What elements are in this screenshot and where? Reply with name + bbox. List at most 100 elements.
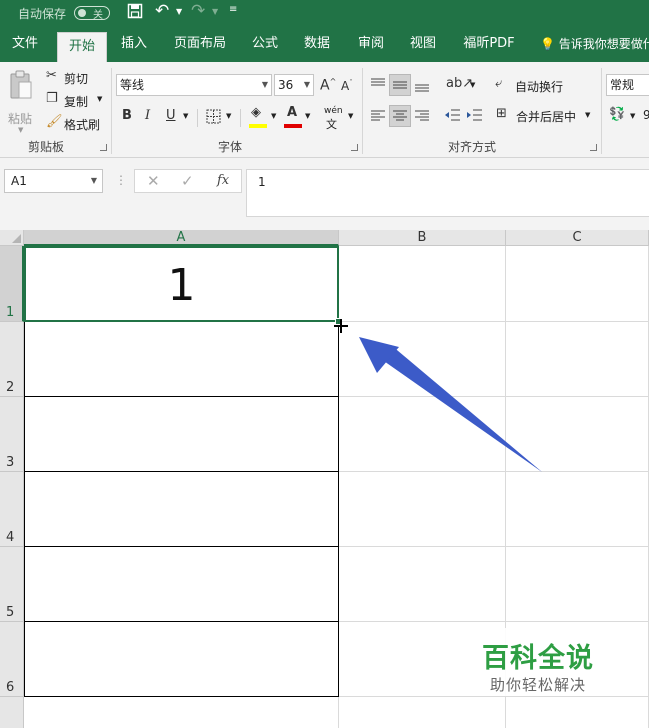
font-name-select[interactable]: 等线 ▼ bbox=[116, 74, 272, 96]
alignment-launcher-icon[interactable] bbox=[590, 144, 597, 151]
align-bottom-button[interactable] bbox=[411, 74, 433, 96]
save-icon[interactable] bbox=[127, 3, 143, 23]
redo-icon[interactable]: ↷ bbox=[191, 1, 205, 21]
row-number: 3 bbox=[6, 455, 15, 470]
copy-button[interactable]: ❐ 复制 ▼ bbox=[46, 91, 108, 109]
formula-input[interactable]: 1 bbox=[246, 169, 649, 217]
align-center-button[interactable] bbox=[389, 105, 411, 127]
merge-center-button[interactable]: ⊞ 合并后居中 ▼ bbox=[496, 106, 596, 126]
row-header-4[interactable]: 4 bbox=[0, 472, 24, 547]
cell-a3[interactable] bbox=[24, 397, 339, 472]
align-right-button[interactable] bbox=[411, 105, 433, 127]
fill-color-dropdown-icon[interactable]: ▼ bbox=[271, 112, 276, 120]
borders-icon[interactable] bbox=[206, 109, 221, 128]
customize-toolbar-icon[interactable]: ≡ bbox=[229, 4, 237, 15]
watermark-subtitle: 助你轻松解决 bbox=[490, 676, 587, 694]
format-painter-button[interactable]: 🖌 格式刷 bbox=[46, 114, 106, 132]
clipboard-launcher-icon[interactable] bbox=[100, 144, 107, 151]
redo-dropdown-icon[interactable]: ▼ bbox=[212, 7, 218, 16]
cell-c4[interactable] bbox=[506, 472, 649, 547]
clipboard-group-label: 剪贴板 bbox=[28, 140, 65, 154]
select-all-icon bbox=[12, 234, 21, 243]
align-bottom-icon bbox=[415, 84, 429, 92]
autosave-toggle[interactable]: 关 bbox=[74, 6, 110, 21]
accounting-format-icon[interactable]: 💱 bbox=[609, 107, 625, 122]
tell-me-box[interactable]: 💡 告诉我你想要做什 bbox=[540, 26, 649, 62]
bold-button[interactable]: B bbox=[122, 108, 132, 123]
row-header-2[interactable]: 2 bbox=[0, 322, 24, 397]
borders-dropdown-icon[interactable]: ▼ bbox=[226, 112, 231, 120]
phonetic-dropdown-icon[interactable]: ▼ bbox=[348, 112, 353, 120]
tab-review[interactable]: 审阅 bbox=[350, 26, 392, 62]
underline-dropdown-icon[interactable]: ▼ bbox=[183, 112, 188, 120]
fill-color-button[interactable]: ◈ bbox=[249, 105, 269, 129]
orientation-dropdown-icon[interactable]: ▼ bbox=[470, 81, 475, 89]
tab-formulas[interactable]: 公式 bbox=[244, 26, 286, 62]
decrease-font-icon[interactable]: Aˇ bbox=[341, 79, 353, 93]
cell-b7[interactable] bbox=[339, 697, 506, 728]
paste-button[interactable]: 粘贴 ▼ bbox=[6, 70, 38, 134]
tab-home[interactable]: 开始 bbox=[57, 32, 107, 62]
number-format-select[interactable]: 常规 bbox=[606, 74, 649, 96]
decrease-indent-button[interactable] bbox=[442, 105, 464, 127]
tab-view[interactable]: 视图 bbox=[402, 26, 444, 62]
insert-function-button[interactable]: fx bbox=[217, 173, 229, 188]
increase-font-icon[interactable]: A^ bbox=[320, 77, 336, 94]
accounting-dropdown-icon[interactable]: ▼ bbox=[630, 112, 635, 120]
cell-c1[interactable] bbox=[506, 246, 649, 322]
row-header-5[interactable]: 5 bbox=[0, 547, 24, 622]
column-header-c[interactable]: C bbox=[506, 230, 649, 246]
formula-buttons: ✕ ✓ fx bbox=[134, 169, 242, 193]
font-launcher-icon[interactable] bbox=[351, 144, 358, 151]
tab-data[interactable]: 数据 bbox=[296, 26, 338, 62]
phonetic-button[interactable]: wén 文 bbox=[322, 106, 348, 131]
percent-style-icon[interactable]: 9 bbox=[643, 108, 649, 122]
phonetic-icon: 文 bbox=[326, 118, 337, 131]
paste-dropdown-icon: ▼ bbox=[18, 126, 24, 134]
cell-a7[interactable] bbox=[24, 697, 339, 728]
align-middle-icon bbox=[393, 81, 407, 89]
enter-icon[interactable]: ✓ bbox=[181, 172, 194, 190]
row-header-7[interactable] bbox=[0, 697, 24, 728]
row-header-3[interactable]: 3 bbox=[0, 397, 24, 472]
cell-a4[interactable] bbox=[24, 472, 339, 547]
active-cell-a1[interactable]: 1 bbox=[24, 246, 339, 322]
font-color-button[interactable]: A bbox=[284, 105, 304, 129]
font-size-select[interactable]: 36 ▼ bbox=[274, 74, 314, 96]
name-box[interactable]: A1 ▼ bbox=[4, 169, 103, 193]
tab-page-layout[interactable]: 页面布局 bbox=[168, 26, 232, 62]
select-all-button[interactable] bbox=[0, 230, 24, 246]
tab-insert[interactable]: 插入 bbox=[112, 26, 156, 62]
column-header-b[interactable]: B bbox=[339, 230, 506, 246]
toggle-knob bbox=[78, 9, 86, 17]
cell-c7[interactable] bbox=[506, 697, 649, 728]
cancel-icon[interactable]: ✕ bbox=[147, 172, 160, 190]
cell-b4[interactable] bbox=[339, 472, 506, 547]
font-color-dropdown-icon[interactable]: ▼ bbox=[305, 112, 310, 120]
column-header-a[interactable]: A bbox=[24, 230, 339, 246]
cell-a6[interactable] bbox=[24, 622, 339, 697]
wrap-text-button[interactable]: ⤶ 自动换行 bbox=[493, 76, 573, 96]
underline-button[interactable]: U bbox=[166, 108, 176, 123]
formula-bar-grip-icon[interactable]: ⋮ bbox=[115, 173, 127, 187]
tab-foxit-pdf[interactable]: 福昕PDF bbox=[456, 26, 522, 62]
increase-indent-button[interactable] bbox=[464, 105, 486, 127]
cell-b5[interactable] bbox=[339, 547, 506, 622]
tab-file[interactable]: 文件 bbox=[0, 26, 50, 62]
cell-b1[interactable] bbox=[339, 246, 506, 322]
row-header-6[interactable]: 6 bbox=[0, 622, 24, 697]
align-top-button[interactable] bbox=[367, 74, 389, 96]
tell-me-text: 告诉我你想要做什 bbox=[558, 37, 649, 51]
cut-button[interactable]: ✂ 剪切 bbox=[46, 68, 106, 86]
cell-a5[interactable] bbox=[24, 547, 339, 622]
italic-button[interactable]: I bbox=[145, 108, 150, 123]
cell-c5[interactable] bbox=[506, 547, 649, 622]
undo-icon[interactable]: ↶ bbox=[155, 1, 169, 21]
undo-dropdown-icon[interactable]: ▼ bbox=[176, 7, 182, 16]
align-left-button[interactable] bbox=[367, 105, 389, 127]
cell-a2[interactable] bbox=[24, 322, 339, 397]
chevron-down-icon: ▼ bbox=[303, 80, 310, 89]
number-format-value: 常规 bbox=[610, 78, 635, 92]
row-header-1[interactable]: 1 bbox=[0, 246, 24, 322]
align-middle-button[interactable] bbox=[389, 74, 411, 96]
